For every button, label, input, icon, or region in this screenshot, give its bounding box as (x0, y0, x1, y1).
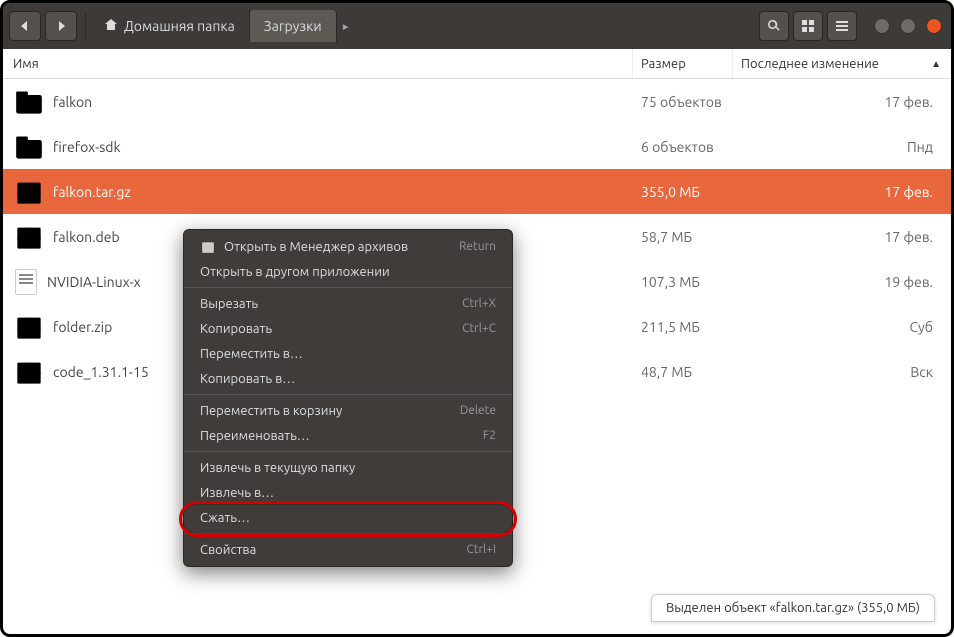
context-menu: Открыть в Менеджер архивов Return Открыт… (183, 229, 513, 567)
file-modified: 17 фев. (884, 229, 933, 245)
window-maximize-button[interactable] (900, 18, 916, 34)
ctx-open-other-label: Открыть в другом приложении (200, 265, 496, 279)
ctx-open-archive-manager[interactable]: Открыть в Менеджер архивов Return (184, 234, 512, 259)
file-size: 211,5 МБ (641, 319, 700, 335)
file-row[interactable]: falkon.tar.gz 355,0 МБ 17 фев. (3, 169, 951, 214)
file-name: falkon (53, 94, 92, 110)
back-button[interactable] (9, 11, 41, 41)
file-modified: 17 фев. (884, 94, 933, 110)
sort-indicator-icon: ▲ (931, 58, 941, 70)
file-modified: Вск (910, 364, 933, 380)
file-modified: Суб (909, 319, 933, 335)
file-name: code_1.31.1-15 (53, 364, 149, 380)
column-headers: Имя Размер Последнее изменение ▲ (3, 49, 951, 79)
ctx-cut-accel: Ctrl+X (462, 297, 496, 310)
column-name[interactable]: Имя (3, 49, 633, 78)
file-modified: Пнд (907, 139, 933, 155)
file-name: firefox-sdk (53, 139, 121, 155)
file-modified: 17 фев. (884, 184, 933, 200)
column-size-label: Размер (641, 57, 686, 71)
ctx-move-to-label: Переместить в… (200, 347, 496, 361)
archive-icon (15, 313, 43, 341)
file-size: 58,7 МБ (641, 229, 692, 245)
file-row[interactable]: firefox-sdk 6 объектов Пнд (3, 124, 951, 169)
ctx-cut-label: Вырезать (200, 297, 454, 311)
file-modified: 19 фев. (884, 274, 933, 290)
home-icon (104, 18, 118, 35)
file-name: falkon.deb (53, 229, 120, 245)
file-size: 6 объектов (641, 139, 714, 155)
window-minimize-button[interactable] (874, 18, 890, 34)
ctx-open-other-app[interactable]: Открыть в другом приложении (184, 259, 512, 284)
ctx-move-trash[interactable]: Переместить в корзину Delete (184, 398, 512, 423)
ctx-properties-label: Свойства (200, 543, 458, 557)
path-current[interactable]: Загрузки (250, 10, 337, 42)
ctx-rename-accel: F2 (483, 429, 496, 442)
ctx-extract-to[interactable]: Извлечь в… (184, 480, 512, 505)
file-size: 355,0 МБ (641, 184, 700, 200)
status-text: Выделен объект «falkon.tar.gz» (355,0 МБ… (666, 601, 920, 615)
ctx-trash-accel: Delete (460, 404, 496, 417)
ctx-extract-here-label: Извлечь в текущую папку (200, 461, 496, 475)
ctx-rename[interactable]: Переименовать… F2 (184, 423, 512, 448)
file-name: falkon.tar.gz (53, 184, 131, 200)
ctx-copy-accel: Ctrl+C (462, 322, 496, 335)
path-home-label: Домашняя папка (124, 18, 235, 34)
hamburger-menu-button[interactable] (827, 11, 857, 41)
ctx-copy-to[interactable]: Копировать в… (184, 366, 512, 391)
folder-icon (15, 88, 43, 116)
ctx-copy[interactable]: Копировать Ctrl+C (184, 316, 512, 341)
ctx-open-archive-label: Открыть в Менеджер архивов (224, 240, 451, 254)
ctx-extract-here[interactable]: Извлечь в текущую папку (184, 455, 512, 480)
archive-icon (15, 178, 43, 206)
ctx-cut[interactable]: Вырезать Ctrl+X (184, 291, 512, 316)
window-close-button[interactable] (926, 18, 942, 34)
column-modified[interactable]: Последнее изменение ▲ (733, 49, 951, 78)
ctx-compress-label: Сжать… (200, 511, 496, 525)
folder-icon (15, 133, 43, 161)
ctx-extract-to-label: Извлечь в… (200, 486, 496, 500)
status-bar: Выделен объект «falkon.tar.gz» (355,0 МБ… (651, 594, 935, 622)
file-row[interactable]: falkon 75 объектов 17 фев. (3, 79, 951, 124)
ctx-copy-label: Копировать (200, 322, 454, 336)
forward-button[interactable] (45, 11, 77, 41)
ctx-trash-label: Переместить в корзину (200, 404, 452, 418)
file-size: 48,7 МБ (641, 364, 692, 380)
path-bar: Домашняя папка Загрузки ▸ (94, 10, 355, 42)
toolbar: Домашняя папка Загрузки ▸ (3, 3, 951, 49)
ctx-properties[interactable]: Свойства Ctrl+I (184, 537, 512, 562)
path-home[interactable]: Домашняя папка (94, 10, 250, 42)
file-name: NVIDIA-Linux-x (47, 274, 141, 290)
document-icon (15, 269, 37, 295)
ctx-open-archive-accel: Return (459, 240, 496, 253)
file-size: 107,3 МБ (641, 274, 700, 290)
archive-manager-icon (200, 239, 216, 255)
path-overflow-icon[interactable]: ▸ (337, 20, 355, 33)
column-size[interactable]: Размер (633, 49, 733, 78)
ctx-compress[interactable]: Сжать… (184, 505, 512, 530)
column-name-label: Имя (13, 57, 39, 71)
archive-icon (15, 223, 43, 251)
file-size: 75 объектов (641, 94, 722, 110)
ctx-copy-to-label: Копировать в… (200, 372, 496, 386)
archive-icon (15, 358, 43, 386)
search-button[interactable] (759, 11, 789, 41)
file-name: folder.zip (53, 319, 112, 335)
ctx-move-to[interactable]: Переместить в… (184, 341, 512, 366)
path-current-label: Загрузки (264, 18, 322, 34)
column-modified-label: Последнее изменение (741, 57, 879, 71)
view-grid-button[interactable] (793, 11, 823, 41)
ctx-properties-accel: Ctrl+I (466, 543, 496, 556)
ctx-rename-label: Переименовать… (200, 429, 475, 443)
